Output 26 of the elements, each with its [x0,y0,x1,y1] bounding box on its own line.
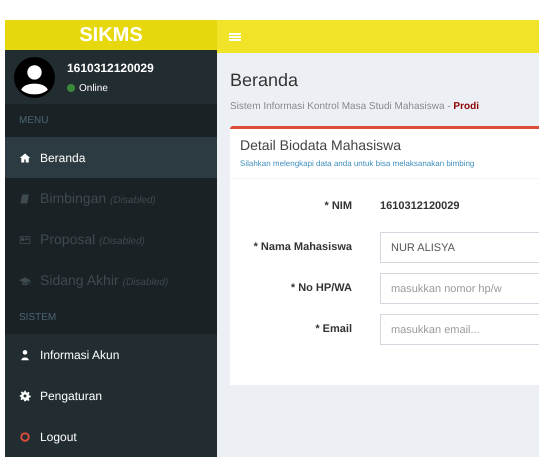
page-title: Beranda [230,69,300,92]
card-hint: Silahkan melengkapi data anda untuk bisa melaksanakan bimbing [240,158,476,170]
input-field[interactable]: masukkan nomor hp/w [380,273,539,304]
id-card-icon [19,234,31,246]
field-label: * NIM [324,199,353,214]
user-name: 1610312120029 [67,60,154,77]
sidebar-item[interactable]: Beranda [5,137,217,178]
avatar-icon [14,56,55,98]
field-label: * Nama Mahasiswa [252,240,353,256]
brand-logo: SIKMS [79,23,143,48]
menu-icon[interactable] [229,30,241,42]
sidebar-header: MENU [19,114,48,128]
card-title: Detail Biodata Mahasiswa [240,136,402,155]
input-field[interactable]: NUR ALISYA [380,232,539,263]
input-field[interactable]: masukkan email... [380,314,539,345]
user-icon [19,348,31,360]
field-value: 1610312120029 [380,199,460,214]
field-label: * No HP/WA [290,281,353,296]
home-icon [19,152,31,164]
gear-icon [19,390,31,402]
graduation-cap-icon [19,274,31,286]
circle-icon [19,430,31,442]
sidebar-header: SISTEM [19,311,56,325]
status-text: Online [79,82,108,96]
page-subtitle: Sistem Informasi Kontrol Masa Studi Mahasiswa - Prodi [230,100,480,114]
field-label: * Email [314,322,353,338]
